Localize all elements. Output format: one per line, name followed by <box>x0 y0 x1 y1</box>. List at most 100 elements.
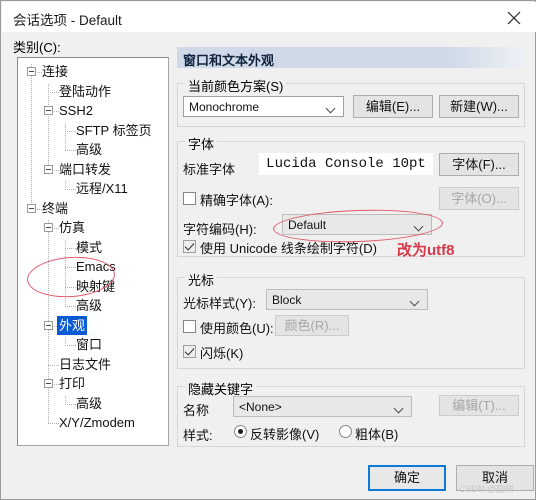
keyword-name-combo[interactable]: <None> <box>233 396 412 417</box>
encoding-label: 字符编码(H): <box>183 222 257 237</box>
session-options-dialog: 会话选项 - Default 类别(C): 连接登陆动作 SSH2 SFTP 标签页… <box>0 0 536 500</box>
color-scheme-value: Monochrome <box>189 100 260 114</box>
tree-item-label: 仿真 <box>59 220 86 235</box>
keyword-edit-button[interactable]: 编辑(T)... <box>439 395 519 416</box>
tree-item-label: 连接 <box>42 64 69 79</box>
tree-guide-line <box>31 64 32 209</box>
normal-font-label: 标准字体 <box>183 162 236 177</box>
cursor-style-value: Block <box>272 293 302 307</box>
tree-item-label: 模式 <box>76 239 103 255</box>
cursor-blink-label: 闪烁(K) <box>200 346 244 361</box>
tree-item[interactable]: 打印 <box>57 374 87 393</box>
encoding-value: Default <box>288 218 327 232</box>
tree-expander-icon[interactable] <box>27 203 36 213</box>
tree-item[interactable]: Emacs <box>74 257 118 276</box>
exact-font-label: 精确字体(A): <box>200 193 273 208</box>
category-label: 类别(C): <box>13 40 61 55</box>
tree-item-label: 映射键 <box>76 278 116 294</box>
tree-item-label: 远程/X11 <box>76 181 128 196</box>
tree-item[interactable]: 高级 <box>74 140 104 159</box>
cursor-blink-checkbox[interactable] <box>183 345 196 358</box>
tree-expander-icon[interactable] <box>44 320 53 330</box>
tree-item[interactable]: 登陆动作 <box>57 82 113 101</box>
keyword-radio-reverse-label: 反转影像(V) <box>250 427 320 442</box>
chevron-down-icon <box>411 298 420 303</box>
title-bar: 会话选项 - Default <box>2 2 536 32</box>
tree-guide-line <box>65 239 66 306</box>
tree-item[interactable]: 连接 <box>40 62 70 81</box>
tree-item[interactable]: 高级 <box>74 394 104 413</box>
tree-item[interactable]: 窗口 <box>74 335 104 354</box>
tree-guide-line <box>65 337 66 345</box>
cursor-color-button[interactable]: 颜色(R)... <box>275 315 349 336</box>
tree-expander-icon[interactable] <box>27 67 36 76</box>
tree-item-label: Emacs <box>76 259 116 274</box>
normal-font-value: Lucida Console 10pt <box>259 153 433 175</box>
tree-expander-icon[interactable] <box>44 106 53 115</box>
tree-item-label: X/Y/Zmodem <box>59 415 135 430</box>
keyword-radio-reverse[interactable] <box>234 425 247 438</box>
tree-item-label: 登陆动作 <box>59 83 112 99</box>
close-button[interactable] <box>492 2 536 32</box>
unicode-line-checkbox[interactable] <box>183 240 196 253</box>
tree-item[interactable]: SFTP 标签页 <box>74 121 154 140</box>
tree-item[interactable]: 模式 <box>74 238 104 257</box>
keyword-style-label: 样式: <box>183 428 213 443</box>
exact-font-button[interactable]: 字体(O)... <box>439 187 519 210</box>
color-scheme-group-label: 当前颜色方案(S) <box>185 76 287 95</box>
tree-item-label: SSH2 <box>59 103 93 118</box>
color-scheme-new-button[interactable]: 新建(W)... <box>439 95 519 118</box>
tree-item[interactable]: 高级 <box>74 296 104 315</box>
tree-guide-line <box>65 122 66 150</box>
tree-item-label: 高级 <box>76 395 103 411</box>
tree-item-label: 高级 <box>76 142 103 157</box>
cursor-use-color-label: 使用颜色(U): <box>200 321 274 336</box>
tree-expander-icon[interactable] <box>44 223 53 232</box>
tree-item-label: 打印 <box>59 376 86 391</box>
font-group-label: 字体 <box>185 134 218 153</box>
chevron-down-icon <box>395 405 404 410</box>
tree-item-label: 窗口 <box>76 337 103 352</box>
window-title: 会话选项 - Default <box>13 13 122 28</box>
panel-header: 窗口和文本外观 <box>177 47 525 68</box>
keyword-name-value: <None> <box>239 400 282 414</box>
panel-header-text: 窗口和文本外观 <box>183 53 275 68</box>
tree-item-label: 端口转发 <box>59 161 112 177</box>
tree-guide-line <box>65 181 66 189</box>
tree-item[interactable]: SSH2 <box>57 101 95 120</box>
cursor-style-label: 光标样式(Y): <box>183 296 256 311</box>
keyword-name-label: 名称 <box>183 403 210 418</box>
cancel-button[interactable]: 取消 <box>456 465 534 491</box>
cursor-group-label: 光标 <box>185 270 218 289</box>
tree-guide-line <box>48 83 49 170</box>
tree-item[interactable]: 远程/X11 <box>74 179 130 198</box>
tree-item-label: 终端 <box>42 200 69 216</box>
tree-item[interactable]: 仿真 <box>57 218 87 237</box>
font-button[interactable]: 字体(F)... <box>439 153 519 176</box>
tree-expander-icon[interactable] <box>44 379 53 388</box>
color-scheme-edit-button[interactable]: 编辑(E)... <box>353 95 433 118</box>
exact-font-checkbox[interactable] <box>183 192 196 205</box>
keyword-radio-bold[interactable] <box>339 425 352 438</box>
keyword-radio-bold-label: 粗体(B) <box>355 427 399 442</box>
tree-item[interactable]: 终端 <box>40 199 70 218</box>
tree-item-label: 日志文件 <box>59 356 112 372</box>
encoding-combo[interactable]: Default <box>282 214 432 235</box>
tree-item[interactable]: 端口转发 <box>57 160 113 179</box>
category-tree[interactable]: 连接 登陆动作 SSH2 SFTP 标签页 高级 端口转发 远程/X11 终端 仿真 模式 Emac… <box>17 57 169 446</box>
tree-item[interactable]: 外观 <box>57 315 88 335</box>
chevron-down-icon <box>415 223 424 228</box>
tree-item[interactable]: 映射键 <box>74 277 117 296</box>
tree-item-label: SFTP 标签页 <box>76 122 152 138</box>
color-scheme-combo[interactable]: Monochrome <box>183 96 344 117</box>
cursor-use-color-checkbox[interactable] <box>183 320 196 333</box>
tree-item-label: 外观 <box>57 315 88 335</box>
cursor-style-combo[interactable]: Block <box>266 289 428 310</box>
tree-guide-line <box>65 395 66 404</box>
tree-item[interactable]: 日志文件 <box>57 355 113 374</box>
unicode-line-label: 使用 Unicode 线条绘制字符(D) <box>200 241 377 256</box>
tree-item-label: 高级 <box>76 298 103 313</box>
tree-expander-icon[interactable] <box>44 164 53 174</box>
tree-item[interactable]: X/Y/Zmodem <box>57 413 137 432</box>
ok-button[interactable]: 确定 <box>368 465 446 491</box>
